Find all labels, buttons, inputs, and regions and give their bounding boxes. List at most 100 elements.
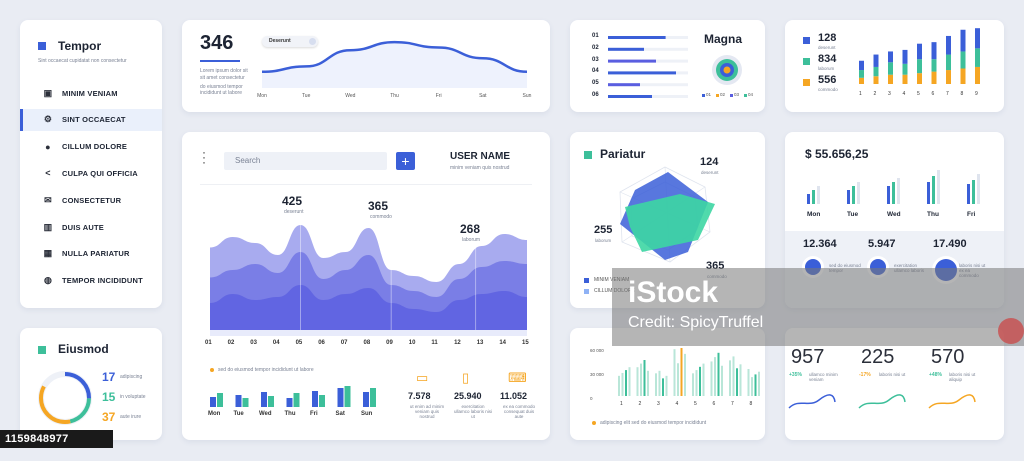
sidebar-item-label: CONSECTETUR (62, 195, 122, 205)
bar-chart-icon: ▥ (43, 221, 53, 232)
monitor-icon: ▭ (416, 370, 429, 385)
bottom-y-tick: 0 (590, 396, 593, 401)
stack-x-tick: 4 (902, 91, 906, 97)
mini-bar (293, 393, 300, 407)
sidebar-item-label: CILLUM DOLORE (62, 142, 128, 152)
money-stat-value: 5.947 (868, 238, 896, 250)
stack-bar (888, 62, 893, 75)
stack-x-tick: 8 (960, 91, 964, 97)
bottom-bar (717, 352, 720, 396)
kpi-sparkline (858, 394, 906, 409)
bottom-bar (736, 368, 738, 396)
mini-bar-chart (210, 386, 376, 407)
bottom-y-tick: 60 000 (590, 348, 604, 353)
gear-icon: ⚙ (43, 114, 53, 125)
mini-bar (261, 392, 267, 407)
bottom-bar (618, 375, 620, 396)
top-line-chart: Mon Tue Wed Thu Fri Sat Sun (257, 40, 532, 99)
mini-bar (337, 388, 344, 407)
stack-x-tick: 1 (859, 91, 862, 97)
bottom-x-tick: 4 (675, 401, 679, 407)
sidebar-item-1[interactable]: ⚙ SINT OCCAECAT (20, 108, 162, 131)
bottom-x-tick: 5 (694, 401, 697, 407)
magna-legend-label: 04 (748, 92, 754, 97)
mini-bar (370, 388, 376, 407)
bottom-x-tick: 3 (657, 401, 660, 407)
stacked-bar-chart (859, 28, 980, 84)
mini-bar (242, 398, 249, 407)
stack-bar (975, 28, 980, 49)
weekly-bar (927, 182, 930, 204)
stack-bar (960, 29, 966, 52)
mini-x-tick: Sun (361, 411, 373, 417)
laptop-icon: ⌨ (508, 370, 527, 385)
device-value: 25.940 (454, 391, 482, 401)
weekly-x-tick: Wed (887, 211, 901, 218)
sidebar-item-label: TEMPOR INCIDIDUNT (62, 276, 143, 286)
bottom-bar (754, 374, 757, 396)
stack-bar (960, 68, 966, 84)
sidebar-item-2[interactable]: ● CILLUM DOLORE (20, 136, 162, 158)
stack-bar (859, 60, 864, 71)
pariatur-value: 255 (594, 224, 613, 236)
weekly-bar (817, 186, 820, 204)
weekly-x-tick: Thu (927, 211, 939, 218)
stack-bar (917, 43, 922, 60)
eiusmod-donut (38, 371, 92, 425)
top-x-tick: Sat (479, 93, 487, 99)
bottom-bar (714, 357, 716, 396)
mini-bar (312, 391, 318, 407)
weekly-bar (972, 180, 975, 204)
briefcase-icon: ▣ (43, 87, 53, 98)
sidebar-item-5[interactable]: ▥ DUIS AUTE (20, 216, 162, 238)
stack-bar (931, 71, 937, 84)
stack-x-tick: 9 (975, 91, 978, 97)
bottom-legend-dot (592, 421, 596, 425)
stack-bar (975, 48, 980, 67)
bottom-legend: adipiscing elit sed do eiusmod tempor in… (600, 420, 707, 426)
stack-bar (931, 42, 937, 60)
bottom-bar (625, 370, 627, 396)
weekly-bar (967, 184, 970, 204)
eiusmod-stat-value: 37 (102, 410, 116, 424)
device-value: 7.578 (408, 391, 431, 401)
calculator-icon: ▦ (43, 248, 53, 259)
stack-bar (873, 54, 879, 67)
top-x-tick: Wed (345, 93, 355, 99)
bottom-bar (673, 349, 676, 396)
eiusmod-stat-label: aute irure (120, 414, 142, 420)
bottom-bar (695, 370, 698, 396)
watermark-brand: iStock (628, 276, 719, 309)
sidebar-subtitle: Sint occaecat cupidatat non consectetur (38, 58, 127, 64)
mini-x-tick: Wed (259, 411, 272, 417)
stack-x-tick: 6 (931, 91, 935, 97)
bottom-bar (684, 353, 686, 396)
watermark-circle (998, 318, 1024, 344)
weekly-x-tick: Fri (967, 211, 976, 218)
bottom-bar (647, 370, 649, 396)
stack-bar (859, 77, 864, 84)
bottom-bar (658, 370, 661, 396)
sidebar-item-7[interactable]: ◍ TEMPOR INCIDIDUNT (20, 270, 162, 292)
pariatur-value: 124 (700, 156, 719, 168)
globe-icon: ◍ (43, 275, 53, 286)
weekly-bar (847, 190, 850, 204)
bottom-x-tick: 6 (712, 401, 716, 407)
weekly-bar (897, 178, 900, 204)
stack-bar (902, 74, 908, 84)
mini-x-tick: Mon (208, 411, 221, 417)
bottom-bar (628, 367, 631, 396)
bottom-bar (655, 373, 657, 396)
top-x-tick: Mon (257, 93, 267, 99)
phone-icon: ▯ (462, 370, 470, 385)
stack-bar (931, 59, 937, 72)
stack-x-tick: 7 (946, 91, 949, 97)
magna-legend-swatch (744, 94, 747, 97)
stack-bar (888, 74, 893, 84)
sidebar-item-3[interactable]: < CULPA QUI OFFICIA (20, 162, 162, 184)
sidebar-item-4[interactable]: ✉ CONSECTETUR (20, 189, 162, 211)
bottom-bar (643, 360, 646, 396)
sidebar-item-6[interactable]: ▦ NULLA PARIATUR (20, 243, 162, 265)
sidebar-item-0[interactable]: ▣ MINIM VENIAM (20, 82, 162, 104)
stack-bar (946, 70, 951, 84)
